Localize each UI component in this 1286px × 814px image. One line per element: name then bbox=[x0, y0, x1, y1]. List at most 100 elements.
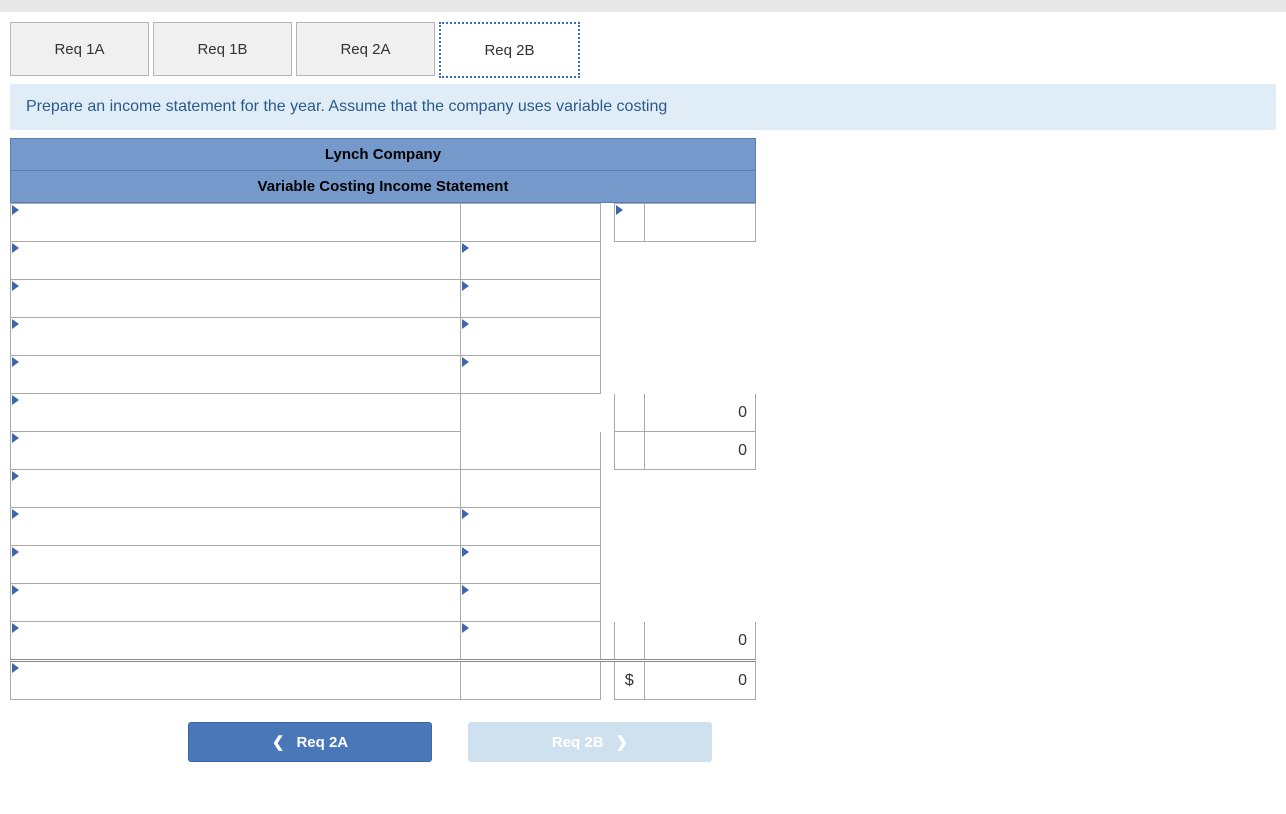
currency-cell bbox=[614, 356, 644, 394]
row-mid-cell[interactable] bbox=[461, 318, 601, 356]
table-row bbox=[11, 356, 756, 394]
currency-cell bbox=[614, 318, 644, 356]
row-label-cell[interactable] bbox=[11, 432, 461, 470]
row-label-cell[interactable] bbox=[11, 394, 461, 432]
sheet-title-company: Lynch Company bbox=[10, 138, 756, 171]
prev-button[interactable]: ❮ Req 2A bbox=[188, 722, 432, 762]
row-label-cell[interactable] bbox=[11, 356, 461, 394]
value-cell[interactable] bbox=[644, 204, 755, 242]
table-row bbox=[11, 280, 756, 318]
currency-symbol: $ bbox=[625, 672, 634, 689]
dropdown-indicator-icon bbox=[12, 395, 19, 405]
row-label-cell[interactable] bbox=[11, 661, 461, 700]
tab-req2b[interactable]: Req 2B bbox=[439, 22, 580, 78]
value-cell bbox=[644, 584, 755, 622]
dropdown-indicator-icon bbox=[462, 243, 469, 253]
currency-cell bbox=[614, 280, 644, 318]
table-row bbox=[11, 508, 756, 546]
currency-cell bbox=[614, 584, 644, 622]
gap-cell bbox=[600, 318, 614, 356]
dropdown-indicator-icon bbox=[462, 281, 469, 291]
dropdown-indicator-icon bbox=[462, 623, 469, 633]
currency-cell bbox=[614, 470, 644, 508]
row-label-cell[interactable] bbox=[11, 508, 461, 546]
value-cell bbox=[644, 508, 755, 546]
value-cell bbox=[644, 356, 755, 394]
row-mid-cell[interactable] bbox=[461, 470, 601, 508]
value-cell[interactable]: 0 bbox=[644, 661, 755, 700]
row-label-cell[interactable] bbox=[11, 204, 461, 242]
row-mid-cell[interactable] bbox=[461, 280, 601, 318]
next-button[interactable]: Req 2B ❯ bbox=[468, 722, 712, 762]
table-row bbox=[11, 470, 756, 508]
row-label-cell[interactable] bbox=[11, 242, 461, 280]
next-button-label: Req 2B bbox=[552, 734, 604, 751]
table-row bbox=[11, 546, 756, 584]
gap-cell bbox=[600, 242, 614, 280]
dropdown-indicator-icon bbox=[12, 357, 19, 367]
row-mid-cell[interactable] bbox=[461, 432, 601, 470]
row-mid-cell[interactable] bbox=[461, 546, 601, 584]
row-mid-cell bbox=[461, 394, 601, 432]
row-label-cell[interactable] bbox=[11, 622, 461, 661]
value-cell[interactable]: 0 bbox=[644, 432, 755, 470]
row-mid-cell[interactable] bbox=[461, 508, 601, 546]
currency-cell bbox=[614, 508, 644, 546]
currency-cell bbox=[614, 546, 644, 584]
row-mid-cell[interactable] bbox=[461, 584, 601, 622]
dropdown-indicator-icon bbox=[12, 623, 19, 633]
tab-req1b[interactable]: Req 1B bbox=[153, 22, 292, 76]
gap-cell bbox=[600, 356, 614, 394]
row-label-cell[interactable] bbox=[11, 280, 461, 318]
chevron-left-icon: ❮ bbox=[272, 733, 285, 751]
dropdown-indicator-icon bbox=[12, 585, 19, 595]
value-cell[interactable]: 0 bbox=[644, 394, 755, 432]
row-label-cell[interactable] bbox=[11, 584, 461, 622]
dropdown-indicator-icon bbox=[12, 205, 19, 215]
dropdown-indicator-icon bbox=[462, 509, 469, 519]
currency-cell: $ bbox=[614, 661, 644, 700]
row-label-cell[interactable] bbox=[11, 546, 461, 584]
row-label-cell[interactable] bbox=[11, 318, 461, 356]
table-row: 0 bbox=[11, 622, 756, 661]
dropdown-indicator-icon bbox=[12, 433, 19, 443]
currency-cell bbox=[614, 432, 644, 470]
gap-cell bbox=[600, 584, 614, 622]
tabs-row: Req 1AReq 1BReq 2AReq 2B bbox=[0, 22, 1286, 78]
dropdown-indicator-icon bbox=[12, 509, 19, 519]
dropdown-indicator-icon bbox=[12, 319, 19, 329]
gap-cell bbox=[600, 508, 614, 546]
dropdown-indicator-icon bbox=[12, 547, 19, 557]
row-mid-cell[interactable] bbox=[461, 622, 601, 661]
currency-cell bbox=[614, 242, 644, 280]
dropdown-indicator-icon bbox=[462, 547, 469, 557]
chevron-right-icon: ❯ bbox=[616, 733, 629, 751]
dropdown-indicator-icon bbox=[462, 585, 469, 595]
table-row bbox=[11, 242, 756, 280]
value-cell[interactable]: 0 bbox=[644, 622, 755, 661]
gap-cell bbox=[600, 432, 614, 470]
gap-cell bbox=[600, 280, 614, 318]
tab-req2a[interactable]: Req 2A bbox=[296, 22, 435, 76]
dropdown-indicator-icon bbox=[12, 281, 19, 291]
table-row: $0 bbox=[11, 661, 756, 700]
row-mid-cell[interactable] bbox=[461, 356, 601, 394]
tab-req1a[interactable]: Req 1A bbox=[10, 22, 149, 76]
gap-cell bbox=[600, 622, 614, 661]
value-cell bbox=[644, 280, 755, 318]
row-label-cell[interactable] bbox=[11, 470, 461, 508]
table-row: 0 bbox=[11, 394, 756, 432]
row-mid-cell[interactable] bbox=[461, 242, 601, 280]
currency-cell bbox=[614, 394, 644, 432]
dropdown-indicator-icon bbox=[462, 357, 469, 367]
instruction-text: Prepare an income statement for the year… bbox=[10, 84, 1276, 130]
table-row bbox=[11, 318, 756, 356]
row-mid-cell[interactable] bbox=[461, 204, 601, 242]
gap-cell bbox=[600, 470, 614, 508]
prev-button-label: Req 2A bbox=[296, 734, 348, 751]
statement-grid: 000$0 bbox=[10, 203, 756, 700]
value-cell bbox=[644, 470, 755, 508]
currency-cell bbox=[614, 204, 644, 242]
row-mid-cell[interactable] bbox=[461, 661, 601, 700]
dropdown-indicator-icon bbox=[12, 243, 19, 253]
